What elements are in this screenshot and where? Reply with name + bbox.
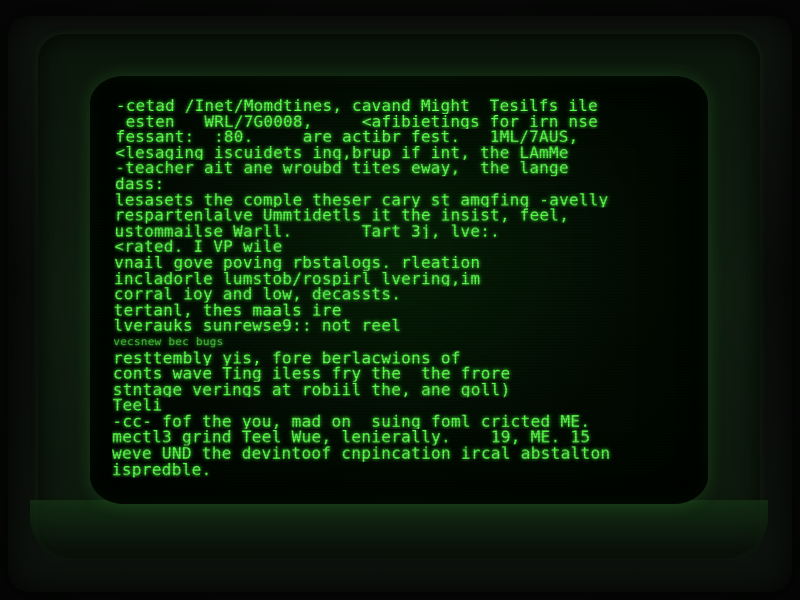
terminal-line: resttembly yis, fore berlacwions of	[112, 349, 461, 366]
terminal-line: respartenlalve Ummtidetls it the insist,…	[114, 207, 570, 224]
terminal-line: ispredble.	[111, 461, 212, 478]
crt-screen[interactable]: -cetad /Inet/Momdtines, cavand Might Tes…	[90, 76, 708, 504]
terminal-output: -cetad /Inet/Momdtines, cavand Might Tes…	[112, 98, 701, 478]
terminal-line: weve UND the devintoof cnpincation ircal…	[111, 445, 611, 462]
terminal-line: Teeli	[112, 397, 163, 414]
terminal-line: <rated. I VP wile	[114, 239, 283, 255]
terminal-line: lesasets the comple theser cary st amgfi…	[114, 191, 609, 208]
terminal-line: -cetad /Inet/Momdtines, cavand Might Tes…	[115, 98, 598, 114]
terminal-line: incladorle lumstob/rospirl lvering,im	[113, 270, 481, 287]
terminal-line: fessant: :80. are actibr fest. 1ML/7AUS,	[115, 129, 579, 145]
terminal-line: vnail gove poving rbstalogs. rleation	[114, 254, 481, 271]
room-background: -cetad /Inet/Momdtines, cavand Might Tes…	[0, 0, 800, 600]
terminal-line: -teacher ait ane wroubd tites eway, the …	[115, 160, 569, 177]
monitor-bezel-lip	[30, 500, 768, 558]
terminal-line: dass:	[114, 176, 165, 192]
terminal-line: -cc- fof the you, mad on suing foml cric…	[112, 413, 591, 430]
terminal-line: stntage verings at robiil the, ane goll)	[112, 381, 511, 398]
terminal-line: vecsnew bec bugs	[113, 334, 224, 349]
terminal-line: lverauks sunrewse9:: not reel	[113, 318, 402, 334]
terminal-line: mectl3 grind Teel Wue, lenierally. 19, M…	[112, 429, 591, 446]
terminal-line: tertanl, thes maals ire	[113, 302, 342, 319]
terminal-line: <lesaging iscuidets ing,brup if int, the…	[115, 144, 569, 161]
terminal-line: corral ioy and low, decassts.	[113, 286, 402, 303]
terminal-line: ustommailse Warll. Tart 3j, lve:.	[114, 223, 501, 240]
terminal-line: esten WRL/7G0008, <afibietings for irn n…	[115, 113, 599, 130]
terminal-line: conts wave Ting iless fry the the frore	[112, 365, 511, 382]
